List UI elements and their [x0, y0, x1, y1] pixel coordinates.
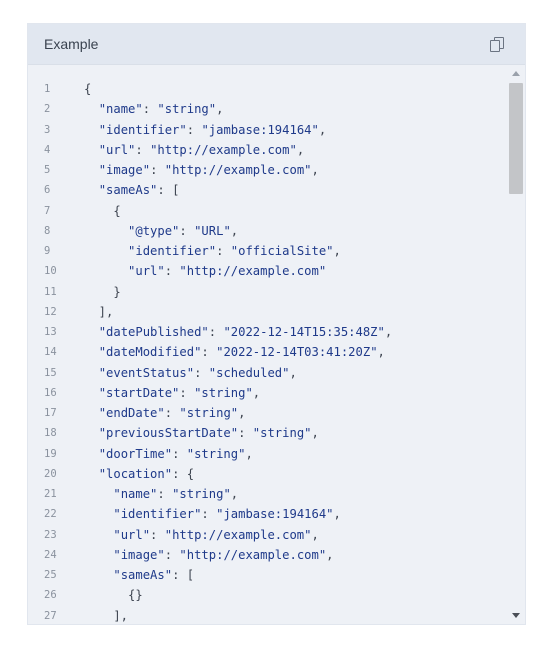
code-line: 20 "location": { — [28, 464, 507, 484]
line-number: 25 — [44, 569, 57, 582]
code-text: "location": { — [98, 466, 195, 481]
code-line: 21 "name": "string", — [28, 484, 507, 504]
vertical-scrollbar[interactable] — [507, 65, 525, 624]
code-line: 17 "endDate": "string", — [28, 403, 507, 423]
line-number: 9 — [44, 245, 51, 258]
scroll-down-arrow-icon[interactable] — [512, 613, 520, 618]
line-number: 23 — [44, 528, 57, 541]
line-number: 26 — [44, 589, 57, 602]
scroll-up-arrow-icon[interactable] — [512, 71, 520, 76]
code-line: 8 "@type": "URL", — [28, 221, 507, 241]
line-number: 7 — [44, 204, 51, 217]
code-line: 25 "sameAs": [ — [28, 565, 507, 585]
code-text: "endDate": "string", — [98, 406, 246, 421]
line-number: 5 — [44, 164, 51, 177]
code-text: "previousStartDate": "string", — [98, 426, 319, 441]
code-text: "identifier": "jambase:194164", — [98, 122, 327, 137]
line-number: 11 — [44, 285, 57, 298]
line-number: 10 — [44, 265, 57, 278]
copy-icon[interactable] — [489, 36, 505, 52]
code-line: 2 "name": "string", — [28, 99, 507, 119]
code-text: "startDate": "string", — [98, 385, 261, 400]
line-number: 1 — [44, 83, 51, 96]
code-text: "@type": "URL", — [128, 223, 239, 238]
code-line: 12 ], — [28, 302, 507, 322]
code-line: 26 {} — [28, 585, 507, 605]
line-number: 17 — [44, 407, 57, 420]
code-text: "url": "http://example.com", — [113, 527, 319, 542]
line-number: 6 — [44, 184, 51, 197]
code-text: ], — [84, 608, 129, 623]
line-number: 2 — [44, 103, 51, 116]
code-text: ], — [84, 304, 114, 319]
code-line: 22 "identifier": "jambase:194164", — [28, 504, 507, 524]
code-text: "url": "http://example.com" — [128, 264, 327, 279]
line-number: 4 — [44, 143, 51, 156]
code-line: 11 } — [28, 282, 507, 302]
code-text: "image": "http://example.com", — [113, 547, 334, 562]
code-text: "identifier": "jambase:194164", — [113, 507, 341, 522]
code-line: 6 "sameAs": [ — [28, 180, 507, 200]
panel-title: Example — [44, 36, 99, 52]
line-number: 21 — [44, 488, 57, 501]
code-line: 13 "datePublished": "2022-12-14T15:35:48… — [28, 322, 507, 342]
code-text: "doorTime": "string", — [98, 446, 253, 461]
code-line: 7 { — [28, 201, 507, 221]
code-line: 9 "identifier": "officialSite", — [28, 241, 507, 261]
line-number: 19 — [44, 447, 57, 460]
panel-header: Example — [28, 24, 525, 65]
code-line: 5 "image": "http://example.com", — [28, 160, 507, 180]
code-text: } — [84, 284, 121, 299]
code-text: "url": "http://example.com", — [98, 142, 305, 157]
code-text: { — [84, 203, 121, 218]
line-number: 18 — [44, 427, 57, 440]
code-text: "image": "http://example.com", — [98, 163, 319, 178]
line-number: 8 — [44, 224, 51, 237]
code-block[interactable]: 1{2 "name": "string", 3 "identifier": "ja… — [28, 65, 507, 624]
code-line: 10 "url": "http://example.com" — [28, 261, 507, 281]
code-line: 16 "startDate": "string", — [28, 383, 507, 403]
code-line: 19 "doorTime": "string", — [28, 444, 507, 464]
code-line: 14 "dateModified": "2022-12-14T03:41:20Z… — [28, 342, 507, 362]
scrollbar-thumb[interactable] — [509, 83, 523, 194]
code-line: 1{ — [28, 79, 507, 99]
code-text: "name": "string", — [113, 487, 239, 502]
line-number: 22 — [44, 508, 57, 521]
code-line: 3 "identifier": "jambase:194164", — [28, 120, 507, 140]
line-number: 24 — [44, 548, 57, 561]
code-line: 24 "image": "http://example.com", — [28, 545, 507, 565]
line-number: 16 — [44, 386, 57, 399]
line-number: 14 — [44, 346, 57, 359]
code-line: 15 "eventStatus": "scheduled", — [28, 363, 507, 383]
line-number: 3 — [44, 123, 51, 136]
code-line: 18 "previousStartDate": "string", — [28, 423, 507, 443]
code-line: 4 "url": "http://example.com", — [28, 140, 507, 160]
code-text: "name": "string", — [98, 102, 224, 117]
code-text: "sameAs": [ — [113, 568, 195, 583]
line-number: 20 — [44, 467, 57, 480]
code-text: "datePublished": "2022-12-14T15:35:48Z", — [98, 325, 393, 340]
line-number: 12 — [44, 305, 57, 318]
line-number: 27 — [44, 609, 57, 622]
code-text: { — [84, 82, 92, 97]
code-text: {} — [84, 588, 143, 603]
code-line: 27 ], — [28, 606, 507, 625]
code-text: "dateModified": "2022-12-14T03:41:20Z", — [98, 345, 385, 360]
code-text: "eventStatus": "scheduled", — [98, 365, 297, 380]
code-text: "sameAs": [ — [98, 183, 180, 198]
line-number: 13 — [44, 326, 57, 339]
code-line: 23 "url": "http://example.com", — [28, 525, 507, 545]
line-number: 15 — [44, 366, 57, 379]
code-text: "identifier": "officialSite", — [128, 244, 341, 259]
code-example-panel: Example 1{2 "name": "string", 3 "identifi… — [27, 23, 526, 625]
